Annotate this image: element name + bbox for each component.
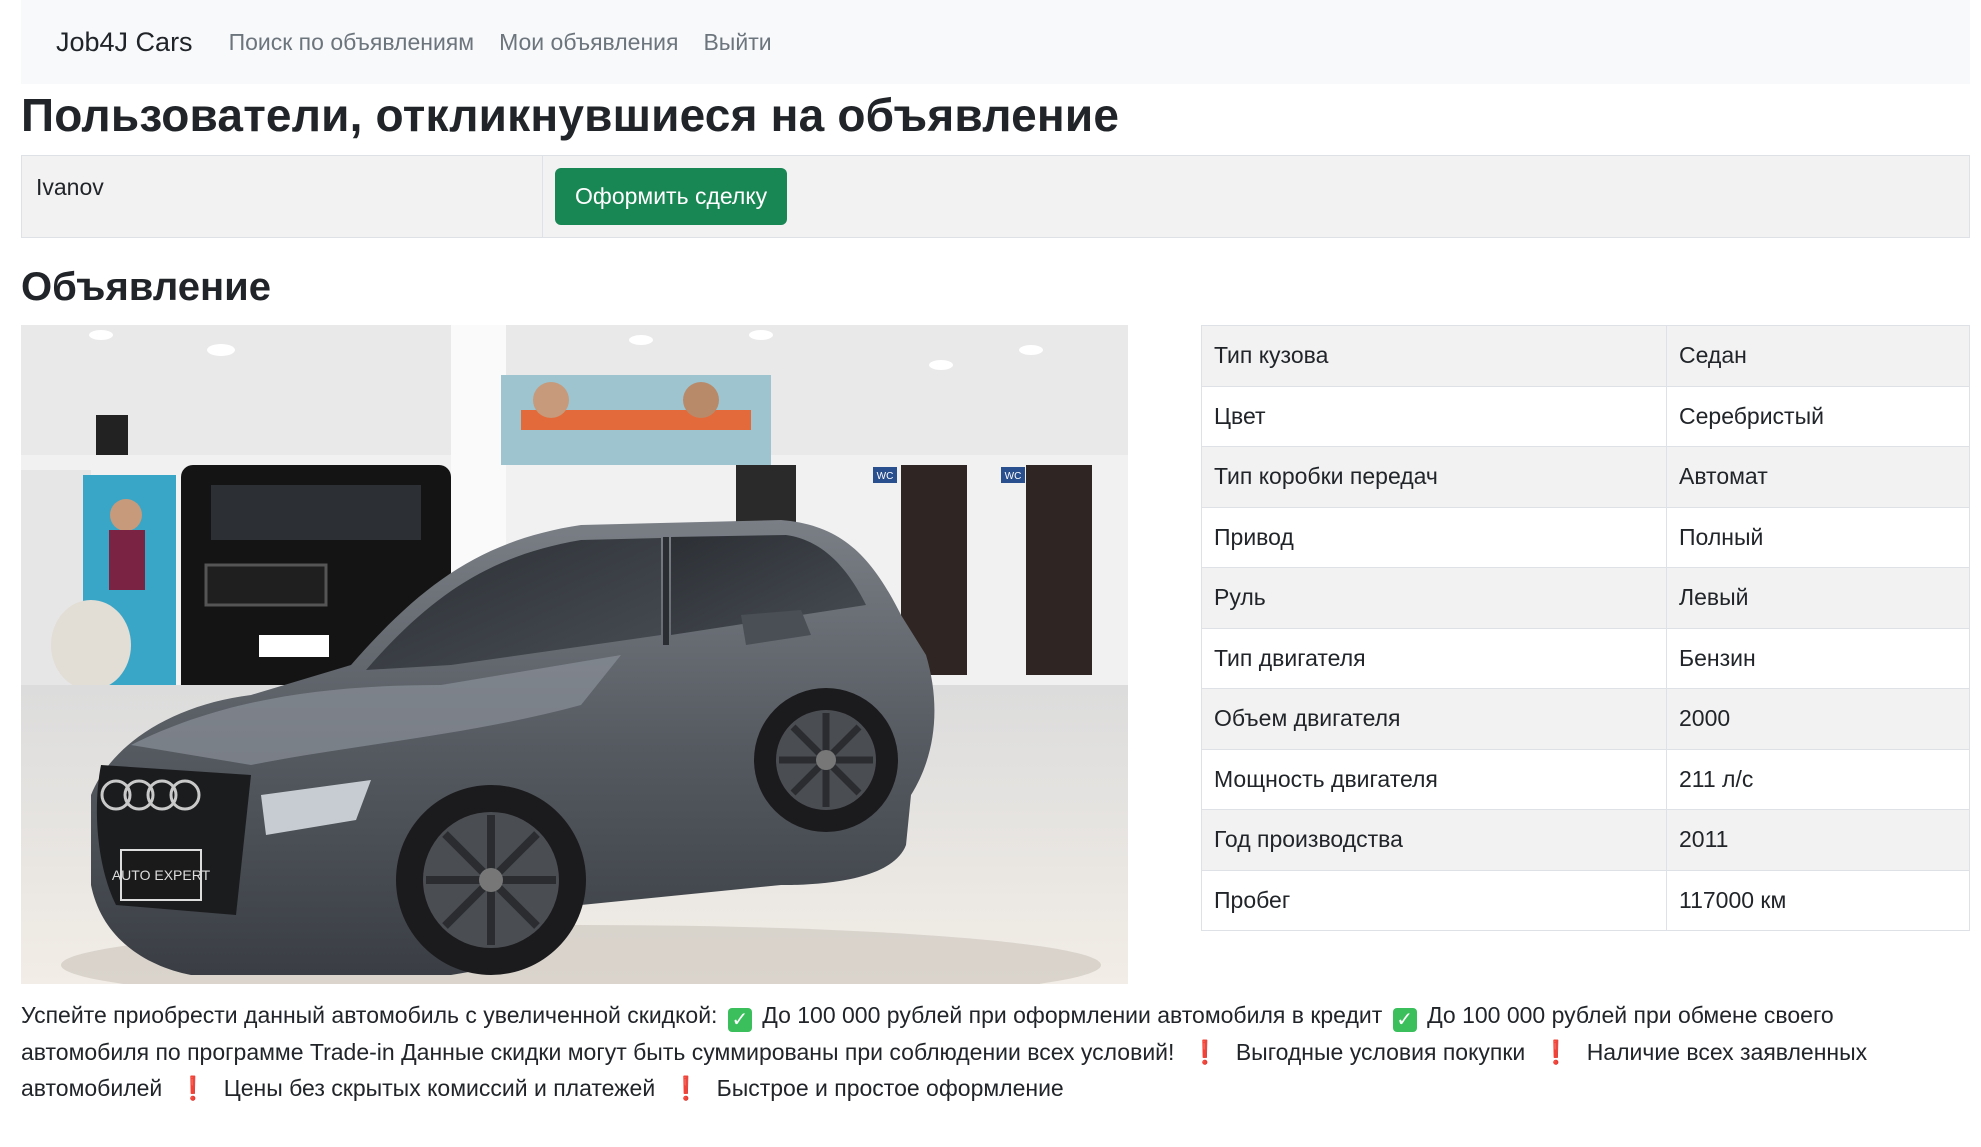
plate-logo: AUTO EXPERT (112, 867, 211, 883)
nav-link-logout[interactable]: Выйти (703, 29, 771, 56)
checkmark-icon: ✓ (727, 1008, 752, 1032)
spec-key: Тип коробки передач (1201, 446, 1667, 508)
listing-title: Объявление (21, 265, 271, 309)
spec-row: Руль Левый (1201, 567, 1970, 629)
spec-value: Левый (1666, 567, 1970, 629)
brand-link[interactable]: Job4J Cars (56, 27, 193, 58)
description-benefit-1: До 100 000 рублей при оформлении автомоб… (762, 1002, 1383, 1028)
spec-row: Цвет Серебристый (1201, 385, 1970, 447)
checkmark-icon: ✓ (1392, 1008, 1417, 1032)
description-intro: Успейте приобрести данный автомобиль с у… (21, 1002, 718, 1028)
spec-key: Тип двигателя (1201, 627, 1667, 689)
wc-sign-2: WC (1005, 471, 1022, 482)
specs-table: Тип кузова Седан Цвет Серебристый Тип коробк… (1201, 325, 1970, 931)
spec-row: Тип коробки передач Автомат (1201, 446, 1970, 508)
spec-value: Автомат (1666, 446, 1970, 508)
spec-value: Полный (1666, 506, 1970, 568)
spec-row: Привод Полный (1201, 506, 1970, 568)
spec-key: Объем двигателя (1201, 688, 1667, 750)
exclamation-icon: ❗ (671, 1075, 701, 1101)
make-deal-button[interactable]: Оформить сделку (555, 168, 788, 225)
wc-sign-1: WC (877, 471, 894, 482)
spec-row: Объем двигателя 2000 (1201, 688, 1970, 750)
spec-key: Тип кузова (1201, 325, 1667, 387)
spec-key: Пробег (1201, 869, 1667, 931)
spec-value: Бензин (1666, 627, 1970, 689)
spec-row: Год производства 2011 (1201, 809, 1970, 871)
responders-title: Пользователи, откликнувшиеся на объявлен… (21, 89, 1120, 141)
spec-value: 211 л/с (1666, 748, 1970, 810)
description-point-1: Выгодные условия покупки (1235, 1038, 1526, 1065)
nav-link-search[interactable]: Поиск по объявлениям (229, 29, 475, 56)
spec-row: Пробег 117000 км (1201, 869, 1970, 931)
spec-value: Седан (1666, 325, 1970, 387)
spec-value: Серебристый (1666, 385, 1970, 447)
description-point-3: Цены без скрытых комиссий и платежей (223, 1075, 656, 1101)
car-photo: WC WC AUTO EXPERT (21, 325, 1128, 984)
responders-table: Ivanov Оформить сделку (21, 155, 1970, 238)
description-point-4: Быстрое и простое оформление (716, 1075, 1064, 1101)
spec-row: Тип кузова Седан (1201, 325, 1970, 387)
spec-key: Мощность двигателя (1201, 748, 1667, 810)
spec-key: Цвет (1201, 385, 1667, 447)
responder-action-cell: Оформить сделку (543, 156, 799, 237)
spec-key: Привод (1201, 506, 1667, 568)
exclamation-icon: ❗ (1541, 1038, 1571, 1065)
spec-row: Тип двигателя Бензин (1201, 627, 1970, 689)
exclamation-icon: ❗ (178, 1075, 208, 1101)
spec-value: 117000 км (1666, 869, 1970, 931)
listing-description: Успейте приобрести данный автомобиль с у… (21, 997, 1956, 1107)
spec-value: 2011 (1666, 809, 1970, 871)
spec-row: Мощность двигателя 211 л/с (1201, 748, 1970, 810)
nav-link-my-listings[interactable]: Мои объявления (499, 29, 678, 56)
spec-key: Руль (1201, 567, 1667, 629)
spec-value: 2000 (1666, 688, 1970, 750)
exclamation-icon: ❗ (1190, 1038, 1220, 1065)
navbar: Job4J Cars Поиск по объявлениям Мои объя… (21, 0, 1970, 84)
responder-username: Ivanov (22, 156, 543, 237)
page: Job4J Cars Поиск по объявлениям Мои объя… (21, 0, 1970, 1101)
spec-key: Год производства (1201, 809, 1667, 871)
